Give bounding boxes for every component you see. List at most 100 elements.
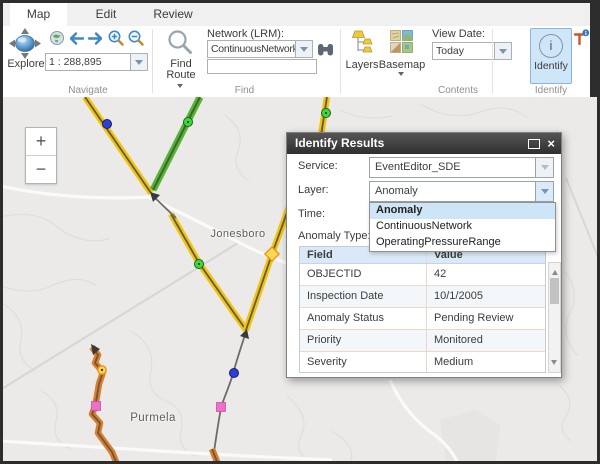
service-combobox[interactable]: EventEditor_SDE (369, 157, 554, 178)
scale-combobox[interactable]: 1 : 288,895 (45, 53, 148, 71)
yellow-circle-marker (98, 366, 106, 374)
table-row[interactable]: SeverityMedium (300, 352, 545, 373)
identify-info-icon: i (539, 34, 563, 58)
blue-point-marker (230, 369, 239, 378)
scroll-up-icon[interactable] (552, 267, 558, 275)
explore-button[interactable]: Explore (3, 58, 49, 70)
green-point-marker (184, 118, 193, 127)
zoom-out-button[interactable]: − (26, 156, 56, 183)
zoom-out-icon[interactable] (127, 29, 145, 47)
identify-results-dialog: Identify Results × Service: EventEditor_… (286, 132, 562, 378)
results-table-body: OBJECTID42Inspection Date10/1/2005Anomal… (300, 264, 545, 373)
chevron-down-icon (135, 60, 143, 69)
find-route-button-line2[interactable]: Route (155, 69, 207, 81)
find-route-dropdown-icon[interactable] (177, 84, 183, 91)
ribbon: Explore 1 : 288,895 Navigate (3, 26, 590, 98)
app-window: Map Edit Review Explore (3, 3, 590, 97)
map-zoom-control: + − (25, 127, 57, 184)
road-white (3, 186, 292, 265)
tab-edit[interactable]: Edit (80, 3, 132, 26)
tab-map[interactable]: Map (10, 3, 67, 26)
zoom-in-button[interactable]: + (26, 128, 56, 156)
dropdown-option[interactable]: OperatingPressureRange (370, 235, 555, 251)
back-extent-arrow-icon[interactable] (67, 31, 85, 46)
map-canvas[interactable]: Jonesboro Purmela + − Identify Results ×… (3, 97, 597, 461)
explore-compass-icon[interactable] (5, 27, 45, 60)
green-point-marker (195, 260, 204, 269)
table-row[interactable]: OBJECTID42 (300, 264, 545, 286)
identify-group-label: Identify (515, 85, 587, 97)
blue-point-marker (103, 120, 112, 129)
cell-value: 10/1/2005 (426, 286, 545, 307)
identify-results-table: Field Value OBJECTID42Inspection Date10/… (299, 246, 546, 373)
contents-group-label: Contents (398, 85, 518, 97)
scroll-down-icon[interactable] (551, 360, 557, 368)
cell-value: Medium (426, 352, 545, 373)
pink-square-marker (92, 402, 101, 411)
network-dropdown-button[interactable] (295, 41, 312, 57)
chevron-down-icon (541, 189, 549, 198)
view-date-value: Today (433, 43, 494, 59)
table-scrollbar[interactable] (548, 262, 561, 373)
route-orange (91, 344, 218, 461)
maximize-icon[interactable] (528, 139, 540, 149)
view-date-combobox[interactable]: Today (432, 42, 512, 60)
identify-button-label: Identify (531, 60, 571, 72)
find-route-value-input[interactable] (207, 59, 317, 74)
layer-dropdown-button[interactable] (535, 182, 553, 201)
cell-value: 42 (426, 264, 545, 285)
layers-icon[interactable] (350, 30, 374, 56)
find-route-magnifier-icon[interactable] (166, 28, 194, 56)
zoom-in-icon[interactable] (107, 29, 125, 47)
layer-combobox[interactable]: Anomaly (369, 181, 554, 202)
route-green (153, 97, 200, 190)
layer-value: Anomaly (370, 182, 535, 201)
view-date-dropdown-button[interactable] (494, 43, 511, 59)
chevron-down-icon (499, 49, 507, 58)
group-separator (152, 29, 153, 93)
network-combobox[interactable]: ContinuousNetwork (207, 40, 313, 58)
network-lrm-label: Network (LRM): (207, 28, 284, 40)
group-separator (492, 29, 493, 93)
table-row[interactable]: PriorityMonitored (300, 330, 545, 352)
ribbon-tab-strip: Map Edit Review (3, 3, 590, 26)
close-icon[interactable]: × (547, 133, 555, 154)
scrollbar-thumb[interactable] (550, 278, 559, 304)
identify-route-location-icon[interactable] (573, 29, 590, 46)
cell-value: Monitored (426, 330, 545, 351)
layer-label: Layer: (298, 184, 329, 196)
cell-field: Severity (300, 352, 426, 373)
anomaly-type-label: Anomaly Type: (298, 230, 371, 242)
dropdown-option[interactable]: Anomaly (370, 203, 555, 219)
scale-value: 1 : 288,895 (46, 54, 130, 70)
identify-button[interactable]: i Identify (530, 28, 572, 84)
find-group-label: Find (207, 85, 282, 97)
basemap-icon[interactable] (390, 30, 413, 53)
full-extent-globe-icon[interactable] (49, 30, 65, 46)
dialog-title-bar[interactable]: Identify Results (287, 133, 561, 154)
navigate-group-label: Navigate (28, 85, 148, 97)
cell-value: Pending Review (426, 308, 545, 329)
cell-field: OBJECTID (300, 264, 426, 285)
forward-extent-arrow-icon[interactable] (87, 31, 105, 46)
time-label: Time: (298, 208, 325, 220)
service-value: EventEditor_SDE (370, 158, 535, 177)
layer-dropdown-list: AnomalyContinuousNetworkOperatingPressur… (369, 202, 556, 252)
chevron-down-icon (541, 165, 549, 174)
pink-square-marker (217, 403, 226, 412)
green-point-marker (322, 109, 331, 118)
scale-dropdown-button[interactable] (130, 54, 147, 70)
place-label-purmela: Purmela (127, 412, 179, 424)
dropdown-option[interactable]: ContinuousNetwork (370, 219, 555, 235)
cell-field: Priority (300, 330, 426, 351)
binoculars-icon[interactable] (317, 42, 334, 57)
table-row[interactable]: Inspection Date10/1/2005 (300, 286, 545, 308)
cell-field: Anomaly Status (300, 308, 426, 329)
service-dropdown-button[interactable] (535, 158, 553, 177)
cell-field: Inspection Date (300, 286, 426, 307)
tab-review[interactable]: Review (144, 3, 202, 26)
basemap-dropdown-icon[interactable] (398, 72, 404, 79)
basemap-button[interactable]: Basemap (377, 59, 427, 71)
table-row[interactable]: Anomaly StatusPending Review (300, 308, 545, 330)
place-label-jonesboro: Jonesboro (202, 228, 274, 240)
